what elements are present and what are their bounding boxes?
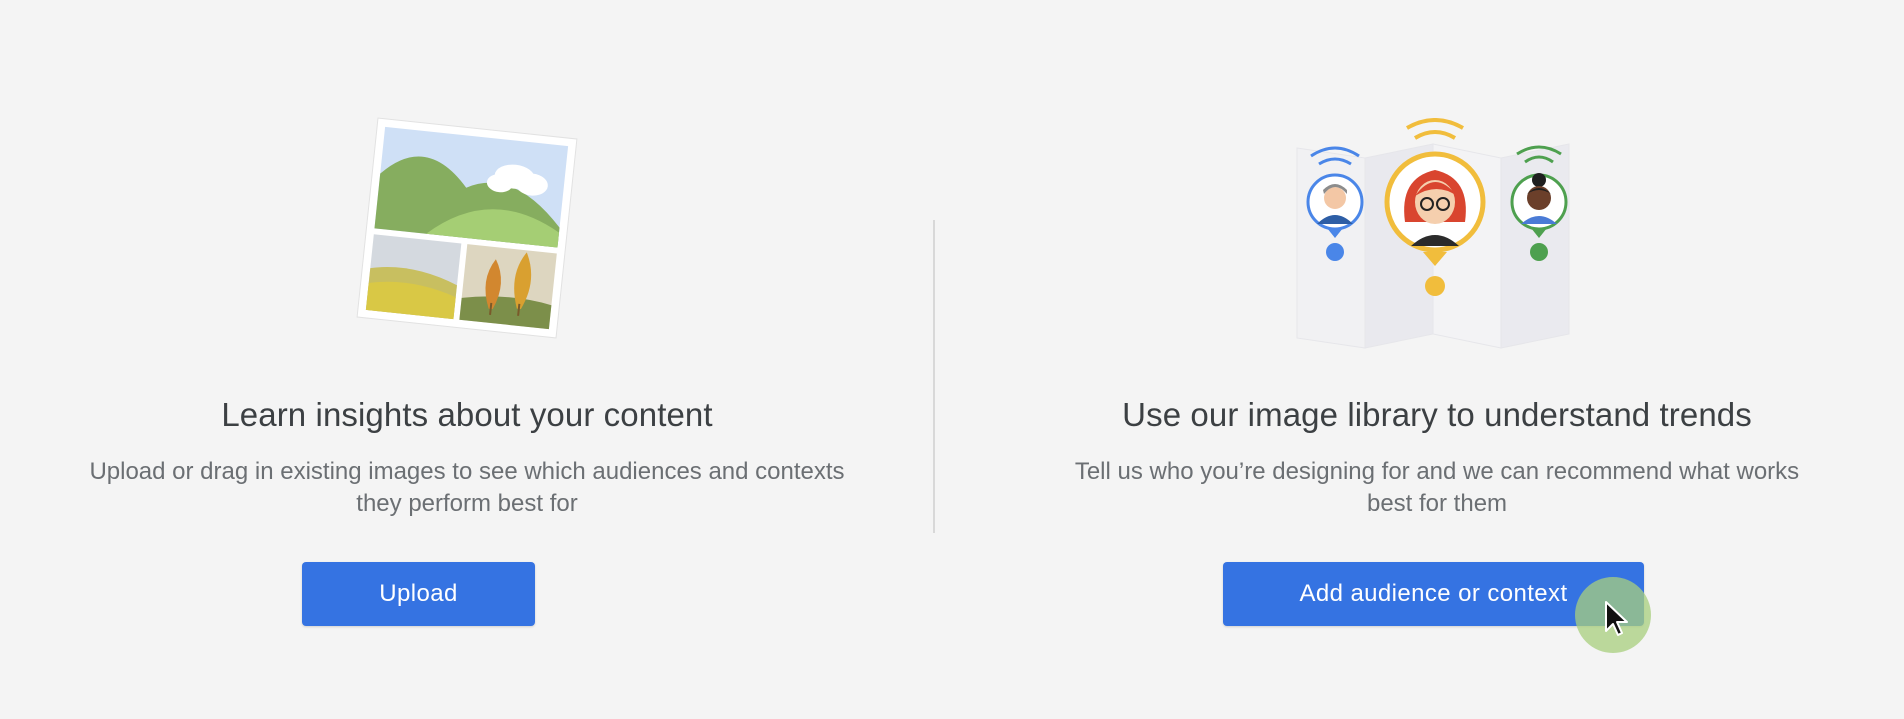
onboarding-page: Learn insights about your content Upload… xyxy=(0,0,1904,719)
upload-panel: Learn insights about your content Upload… xyxy=(0,0,934,719)
audience-map-icon xyxy=(1287,118,1587,368)
image-library-panel: Use our image library to understand tren… xyxy=(970,0,1904,719)
upload-heading: Learn insights about your content xyxy=(221,396,713,433)
panel-divider xyxy=(933,220,935,533)
add-audience-button[interactable]: Add audience or context xyxy=(1223,562,1644,626)
library-heading: Use our image library to understand tren… xyxy=(1122,396,1752,433)
photo-collage-icon xyxy=(347,108,587,348)
library-description: Tell us who you’re designing for and we … xyxy=(1074,458,1800,517)
upload-button[interactable]: Upload xyxy=(302,562,535,626)
upload-description: Upload or drag in existing images to see… xyxy=(89,458,845,517)
